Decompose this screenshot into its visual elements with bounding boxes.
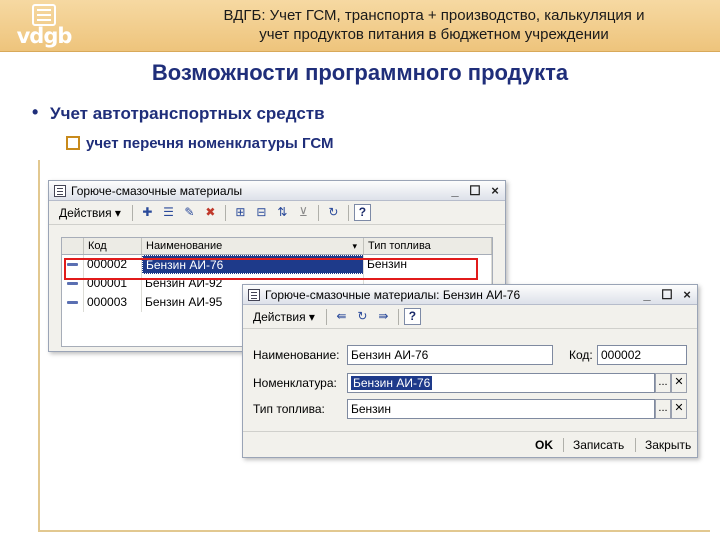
name-field[interactable]: Бензин АИ-76 bbox=[347, 345, 553, 365]
maximize-button[interactable]: ☐ bbox=[469, 181, 481, 201]
help-icon[interactable]: ? bbox=[353, 204, 371, 221]
refresh-icon[interactable]: ↻ bbox=[353, 307, 372, 326]
actions-menu-button[interactable]: Действия ▾ bbox=[247, 307, 321, 327]
help-icon[interactable]: ? bbox=[403, 308, 421, 325]
sub-bullet-item: учет перечня номенклатуры ГСМ bbox=[66, 135, 333, 152]
logo-document-icon bbox=[32, 4, 56, 26]
column-name[interactable]: Наименование ▾ bbox=[142, 238, 364, 254]
form-window-titlebar[interactable]: Горюче-смазочные материалы: Бензин АИ-76… bbox=[243, 285, 697, 305]
ok-button[interactable]: OK bbox=[529, 432, 559, 458]
add-group-icon[interactable]: ☰ bbox=[159, 203, 178, 222]
select-ellipsis-button[interactable]: ... bbox=[655, 373, 671, 393]
sort-arrow-icon: ▾ bbox=[352, 241, 357, 251]
hierarchy-icon[interactable]: ⊞ bbox=[231, 203, 250, 222]
form-footer: OK Записать Закрыть bbox=[243, 431, 697, 457]
vdgb-logo: vdgb bbox=[8, 4, 80, 48]
toolbar-separator bbox=[347, 204, 349, 221]
toolbar-separator bbox=[131, 204, 133, 221]
close-button[interactable]: × bbox=[681, 285, 693, 305]
bullet-dot-icon: • bbox=[32, 102, 39, 122]
clear-x-button[interactable]: ✕ bbox=[671, 399, 687, 419]
code-label: Код: bbox=[569, 348, 593, 362]
logo-text: vdgb bbox=[16, 24, 73, 48]
refresh-icon[interactable]: ↻ bbox=[324, 203, 343, 222]
nomenclature-label: Номенклатура: bbox=[253, 376, 337, 390]
selected-row-highlight bbox=[64, 258, 478, 280]
checkbox-bullet-icon bbox=[66, 136, 80, 150]
row-item-icon bbox=[67, 282, 78, 285]
slide-header: vdgb ВДГБ: Учет ГСМ, транспорта + произв… bbox=[0, 0, 720, 52]
close-form-button[interactable]: Закрыть bbox=[639, 432, 697, 458]
footer-separator bbox=[563, 438, 564, 452]
next-icon[interactable]: ⇛ bbox=[374, 307, 393, 326]
fuel-type-label: Тип топлива: bbox=[253, 402, 325, 416]
maximize-button[interactable]: ☐ bbox=[661, 285, 673, 305]
save-button[interactable]: Записать bbox=[567, 432, 630, 458]
toolbar-separator bbox=[325, 308, 327, 325]
toolbar-separator bbox=[397, 308, 399, 325]
footer-separator bbox=[635, 438, 636, 452]
sort-icon[interactable]: ⇅ bbox=[273, 203, 292, 222]
select-ellipsis-button[interactable]: ... bbox=[655, 399, 671, 419]
tree-icon[interactable]: ⊟ bbox=[252, 203, 271, 222]
list-toolbar: Действия ▾ ✚ ☰ ✎ ✖ ⊞ ⊟ ⇅ ⊻ ↻ ? bbox=[49, 201, 505, 225]
column-code[interactable]: Код bbox=[84, 238, 142, 254]
column-fuel-type[interactable]: Тип топлива bbox=[364, 238, 492, 254]
close-button[interactable]: × bbox=[489, 181, 501, 201]
column-marker bbox=[62, 238, 84, 254]
toolbar-separator bbox=[224, 204, 226, 221]
bullet-item: • Учет автотранспортных средств bbox=[32, 102, 325, 123]
form-toolbar: Действия ▾ ⇚ ↻ ⇛ ? bbox=[243, 305, 697, 329]
go-back-icon[interactable]: ⇚ bbox=[332, 307, 351, 326]
item-form-window: Горюче-смазочные материалы: Бензин АИ-76… bbox=[242, 284, 698, 458]
minimize-button[interactable]: _ bbox=[641, 285, 653, 305]
dropdown-arrow-icon: ▾ bbox=[308, 309, 315, 324]
delete-mark-icon[interactable]: ✖ bbox=[201, 203, 220, 222]
code-field[interactable]: 000002 bbox=[597, 345, 687, 365]
clear-x-button[interactable]: ✕ bbox=[671, 373, 687, 393]
row-item-icon bbox=[67, 301, 78, 304]
edit-item-icon[interactable]: ✎ bbox=[180, 203, 199, 222]
toolbar-separator bbox=[317, 204, 319, 221]
filter-icon[interactable]: ⊻ bbox=[294, 203, 313, 222]
nomenclature-field[interactable]: Бензин АИ-76 bbox=[347, 373, 655, 393]
name-label: Наименование: bbox=[253, 348, 340, 362]
slide-title: Возможности программного продукта bbox=[151, 60, 569, 85]
list-window-titlebar[interactable]: Горюче-смазочные материалы _ ☐ × bbox=[49, 181, 505, 201]
dropdown-arrow-icon: ▾ bbox=[114, 205, 121, 220]
list-icon bbox=[54, 185, 66, 197]
actions-menu-button[interactable]: Действия ▾ bbox=[53, 203, 127, 223]
fuel-type-field[interactable]: Бензин bbox=[347, 399, 655, 419]
form-icon bbox=[248, 289, 260, 301]
minimize-button[interactable]: _ bbox=[449, 181, 461, 201]
table-header: Код Наименование ▾ Тип топлива bbox=[62, 238, 492, 255]
header-title: ВДГБ: Учет ГСМ, транспорта + производств… bbox=[223, 7, 645, 43]
add-item-icon[interactable]: ✚ bbox=[138, 203, 157, 222]
